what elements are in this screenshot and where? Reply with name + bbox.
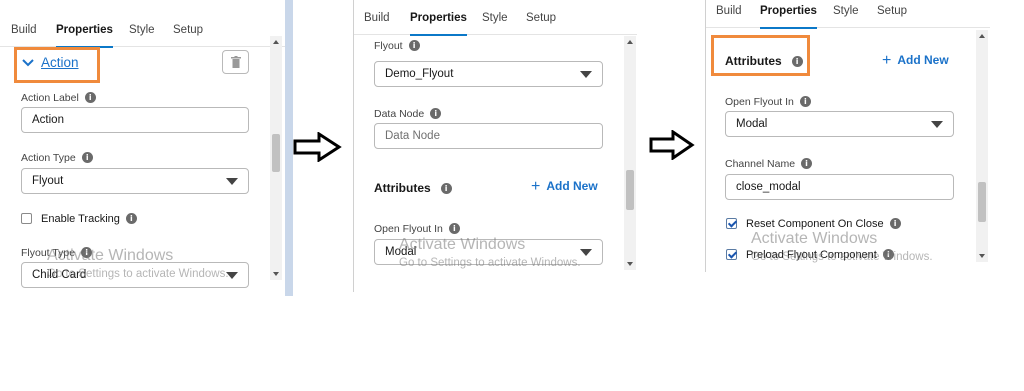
caret-down-icon (931, 121, 943, 128)
tab-build[interactable]: Build (716, 0, 742, 29)
flyout-type-select[interactable]: Child Card (21, 262, 249, 288)
flyout-value: Demo_Flyout (385, 68, 454, 80)
info-icon: i (882, 249, 894, 260)
tab-setup[interactable]: Setup (173, 12, 203, 48)
scrollbar[interactable] (624, 36, 636, 270)
caret-down-icon (226, 272, 238, 279)
tab-build[interactable]: Build (11, 12, 37, 48)
scroll-thumb[interactable] (978, 182, 986, 222)
attributes-heading: Attributes i (725, 54, 803, 68)
scrollbar[interactable] (270, 36, 282, 280)
right-arrow-icon (293, 132, 342, 162)
info-icon: i (81, 152, 93, 163)
channel-name-input[interactable]: close_modal (725, 174, 954, 200)
info-icon: i (889, 218, 901, 229)
action-label-label: Action Label i (21, 92, 96, 104)
info-icon: i (84, 92, 96, 103)
scrollbar[interactable] (976, 30, 988, 262)
open-flyout-in-value: Modal (385, 246, 417, 258)
attributes-heading: Attributes i (374, 181, 452, 195)
scroll-thumb[interactable] (626, 170, 634, 210)
tab-style[interactable]: Style (129, 12, 155, 48)
watermark-title: Activate Windows (751, 230, 878, 247)
action-label-input[interactable]: Action (21, 107, 249, 133)
info-icon: i (81, 247, 93, 258)
panel-action-inner: Build Properties Style Setup Action Acti… (0, 0, 285, 296)
open-flyout-in-select[interactable]: Modal (374, 239, 603, 265)
flyout-label: Flyout i (374, 40, 420, 52)
tab-style[interactable]: Style (482, 0, 508, 36)
info-icon: i (799, 96, 811, 107)
tab-bar: Build Properties Style Setup (0, 12, 285, 48)
tab-properties[interactable]: Properties (56, 12, 113, 48)
info-icon: i (125, 213, 137, 224)
panel-action: Build Properties Style Setup Action Acti… (0, 0, 293, 296)
open-flyout-in-value: Modal (736, 118, 768, 130)
data-node-label: Data Node i (374, 108, 442, 120)
preload-flyout-label: Preload Flyout Component i (746, 249, 894, 261)
add-new-button[interactable]: + Add New (882, 52, 949, 70)
plus-icon: + (882, 52, 892, 69)
scroll-up-icon (979, 34, 985, 38)
scroll-down-icon (273, 272, 279, 276)
info-icon: i (791, 56, 803, 67)
reset-component-label: Reset Component On Close i (746, 218, 901, 230)
enable-tracking-label: Enable Tracking i (41, 213, 137, 225)
info-icon: i (430, 108, 442, 119)
plus-icon: + (531, 178, 541, 195)
action-type-label: Action Type i (21, 152, 93, 164)
tab-properties[interactable]: Properties (760, 0, 817, 29)
tab-properties[interactable]: Properties (410, 0, 467, 36)
flyout-type-value: Child Card (32, 269, 87, 281)
info-icon: i (408, 40, 420, 51)
reset-component-checkbox[interactable] (726, 218, 737, 229)
enable-tracking-checkbox[interactable] (21, 213, 32, 224)
action-type-value: Flyout (32, 175, 64, 187)
scroll-up-icon (627, 40, 633, 44)
caret-down-icon (580, 249, 592, 256)
open-flyout-in-select[interactable]: Modal (725, 111, 954, 137)
flyout-select[interactable]: Demo_Flyout (374, 61, 603, 87)
channel-name-label: Channel Name i (725, 158, 813, 170)
open-flyout-in-label: Open Flyout In i (374, 223, 460, 235)
tab-build[interactable]: Build (364, 0, 390, 36)
add-new-button[interactable]: + Add New (531, 178, 598, 196)
tab-bar: Build Properties Style Setup (706, 0, 990, 29)
open-flyout-in-label: Open Flyout In i (725, 96, 811, 108)
tab-setup[interactable]: Setup (877, 0, 907, 29)
action-type-select[interactable]: Flyout (21, 168, 249, 194)
flyout-type-label: Flyout Type i (21, 247, 93, 259)
caret-down-icon (580, 71, 592, 78)
chevron-down-icon[interactable] (22, 58, 34, 68)
tab-style[interactable]: Style (833, 0, 859, 29)
data-node-input[interactable]: Data Node (374, 123, 603, 149)
info-icon: i (448, 223, 460, 234)
trash-icon (231, 56, 241, 68)
tab-bar: Build Properties Style Setup (354, 0, 637, 36)
caret-down-icon (226, 178, 238, 185)
tab-setup[interactable]: Setup (526, 0, 556, 36)
right-arrow-icon (649, 130, 695, 160)
scroll-up-icon (273, 40, 279, 44)
info-icon: i (801, 158, 813, 169)
action-section-link[interactable]: Action (41, 55, 79, 70)
panel-flyout: Build Properties Style Setup Flyout i Dem… (353, 0, 637, 292)
scroll-thumb[interactable] (272, 134, 280, 172)
scroll-down-icon (627, 262, 633, 266)
info-icon: i (440, 183, 452, 194)
preload-flyout-checkbox[interactable] (726, 249, 737, 260)
panel-attributes: Build Properties Style Setup Attributes i… (705, 0, 990, 272)
delete-button[interactable] (222, 50, 249, 74)
scroll-down-icon (979, 254, 985, 258)
